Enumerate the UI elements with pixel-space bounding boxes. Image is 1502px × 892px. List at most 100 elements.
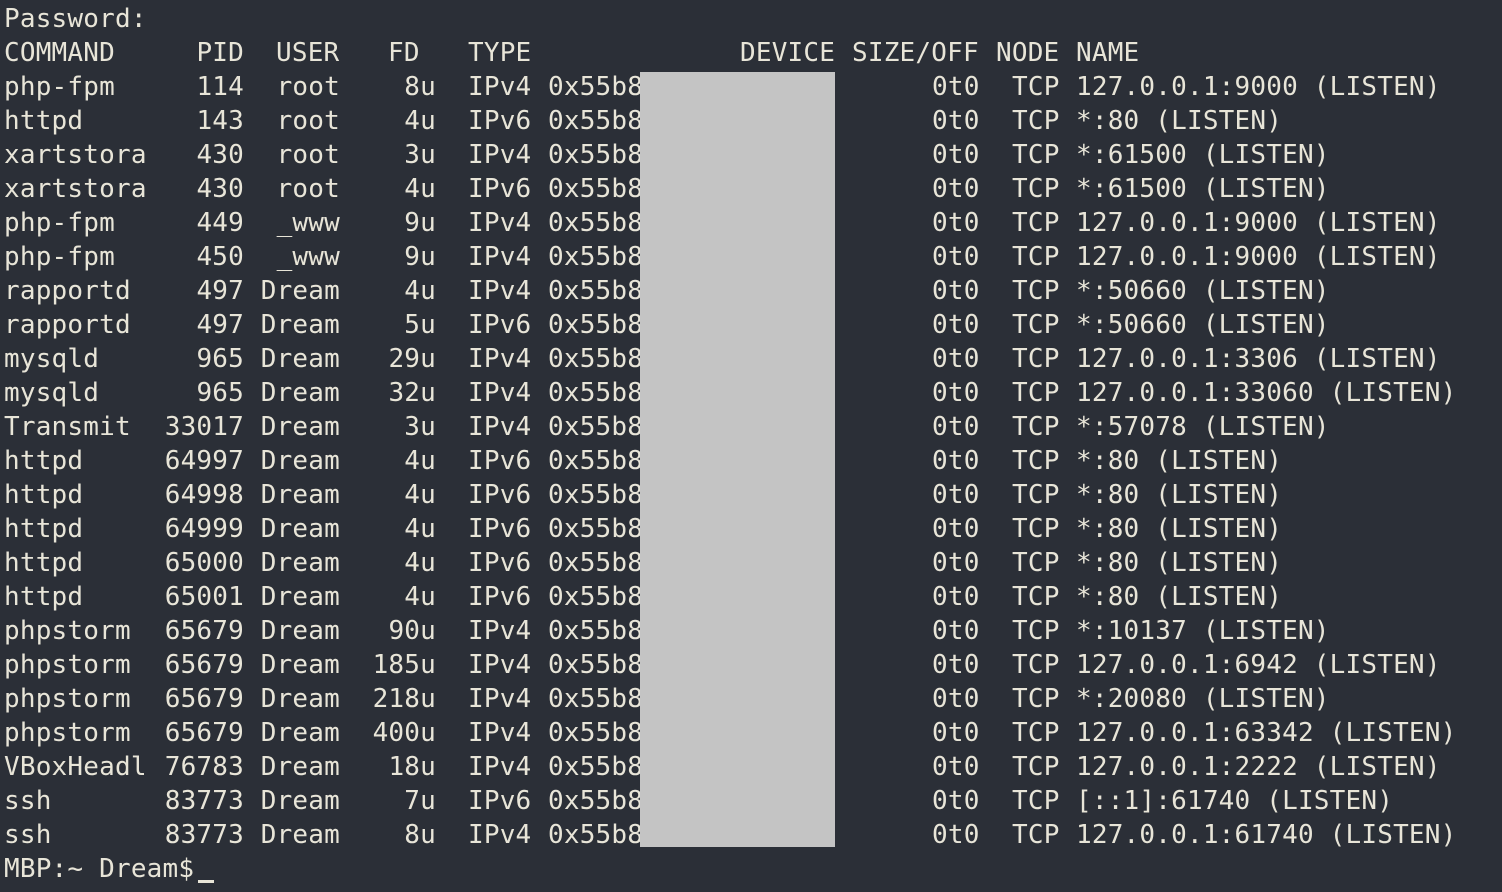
redaction-box	[640, 72, 835, 847]
cell-device: 0x55b8	[548, 548, 644, 578]
header-pid: PID	[196, 38, 244, 68]
cell-device: 0x55b8	[548, 752, 644, 782]
cell-size-off: 0t0	[932, 446, 980, 476]
shell-prompt[interactable]: MBP:~ Dream$	[4, 852, 215, 886]
cell-type: IPv4	[468, 752, 532, 782]
cell-user: root	[276, 106, 340, 136]
cell-type: IPv6	[468, 786, 532, 816]
header-device: DEVICE	[740, 38, 836, 68]
cell-type: IPv4	[468, 242, 532, 272]
terminal-window[interactable]: Password: COMMAND PID USER FD TYPE DEVIC…	[0, 0, 1502, 892]
cell-node: TCP	[1012, 310, 1060, 340]
header-user: USER	[276, 38, 340, 68]
cell-size-off: 0t0	[932, 480, 980, 510]
cell-user: Dream	[260, 684, 340, 714]
cell-command: phpstorm	[4, 718, 131, 748]
cell-size-off: 0t0	[932, 208, 980, 238]
cell-type: IPv6	[468, 582, 532, 612]
cell-size-off: 0t0	[932, 242, 980, 272]
cell-fd: 4u	[404, 446, 436, 476]
cell-size-off: 0t0	[932, 752, 980, 782]
cell-command: php-fpm	[4, 242, 115, 272]
cell-pid: 83773	[164, 786, 244, 816]
cell-pid: 65679	[164, 616, 244, 646]
cell-size-off: 0t0	[932, 174, 980, 204]
cell-size-off: 0t0	[932, 718, 980, 748]
cell-size-off: 0t0	[932, 820, 980, 850]
cell-node: TCP	[1012, 582, 1060, 612]
cell-pid: 64997	[164, 446, 244, 476]
password-prompt: Password:	[4, 4, 147, 34]
cell-size-off: 0t0	[932, 650, 980, 680]
cell-device: 0x55b8	[548, 616, 644, 646]
cell-device: 0x55b8	[548, 174, 644, 204]
cell-user: Dream	[260, 786, 340, 816]
cell-user: Dream	[260, 820, 340, 850]
cell-device: 0x55b8	[548, 412, 644, 442]
cell-user: Dream	[260, 718, 340, 748]
prompt-text: MBP:~ Dream$	[4, 854, 195, 884]
cell-node: TCP	[1012, 650, 1060, 680]
cell-command: phpstorm	[4, 650, 131, 680]
cell-size-off: 0t0	[932, 548, 980, 578]
cell-node: TCP	[1012, 820, 1060, 850]
text-cursor	[198, 880, 215, 883]
cell-command: php-fpm	[4, 208, 115, 238]
cell-node: TCP	[1012, 752, 1060, 782]
cell-pid: 65679	[164, 650, 244, 680]
header-fd: FD	[388, 38, 420, 68]
cell-size-off: 0t0	[932, 412, 980, 442]
cell-command: phpstorm	[4, 616, 131, 646]
cell-fd: 4u	[404, 106, 436, 136]
cell-type: IPv4	[468, 140, 532, 170]
cell-type: IPv6	[468, 548, 532, 578]
cell-type: IPv6	[468, 514, 532, 544]
cell-size-off: 0t0	[932, 310, 980, 340]
cell-command: mysqld	[4, 344, 100, 374]
cell-command: phpstorm	[4, 684, 131, 714]
cell-name: 127.0.0.1:63342 (LISTEN)	[1076, 718, 1457, 748]
cell-type: IPv4	[468, 718, 532, 748]
cell-node: TCP	[1012, 106, 1060, 136]
cell-fd: 7u	[404, 786, 436, 816]
cell-user: Dream	[260, 276, 340, 306]
cell-node: TCP	[1012, 344, 1060, 374]
cell-name: 127.0.0.1:6942 (LISTEN)	[1076, 650, 1441, 680]
cell-name: *:57078 (LISTEN)	[1076, 412, 1330, 442]
cell-type: IPv4	[468, 276, 532, 306]
cell-type: IPv4	[468, 616, 532, 646]
cell-device: 0x55b8	[548, 106, 644, 136]
cell-node: TCP	[1012, 140, 1060, 170]
cell-command: httpd	[4, 480, 84, 510]
cell-size-off: 0t0	[932, 514, 980, 544]
cell-user: Dream	[260, 548, 340, 578]
cell-pid: 33017	[164, 412, 244, 442]
cell-node: TCP	[1012, 684, 1060, 714]
cell-name: *:61500 (LISTEN)	[1076, 174, 1330, 204]
cell-type: IPv4	[468, 72, 532, 102]
cell-node: TCP	[1012, 548, 1060, 578]
cell-user: _www	[276, 208, 340, 238]
cell-fd: 3u	[404, 140, 436, 170]
cell-user: Dream	[260, 446, 340, 476]
cell-name: 127.0.0.1:9000 (LISTEN)	[1076, 72, 1441, 102]
cell-pid: 65679	[164, 718, 244, 748]
cell-user: Dream	[260, 412, 340, 442]
cell-fd: 4u	[404, 514, 436, 544]
cell-device: 0x55b8	[548, 276, 644, 306]
cell-fd: 3u	[404, 412, 436, 442]
cell-device: 0x55b8	[548, 786, 644, 816]
cell-type: IPv6	[468, 446, 532, 476]
cell-pid: 430	[196, 174, 244, 204]
cell-user: Dream	[260, 480, 340, 510]
cell-fd: 29u	[388, 344, 436, 374]
cell-device: 0x55b8	[548, 378, 644, 408]
cell-node: TCP	[1012, 378, 1060, 408]
cell-command: Transmit	[4, 412, 131, 442]
cell-fd: 9u	[404, 208, 436, 238]
cell-fd: 4u	[404, 480, 436, 510]
cell-command: xartstora	[4, 174, 147, 204]
cell-pid: 65001	[164, 582, 244, 612]
cell-fd: 9u	[404, 242, 436, 272]
cell-size-off: 0t0	[932, 684, 980, 714]
